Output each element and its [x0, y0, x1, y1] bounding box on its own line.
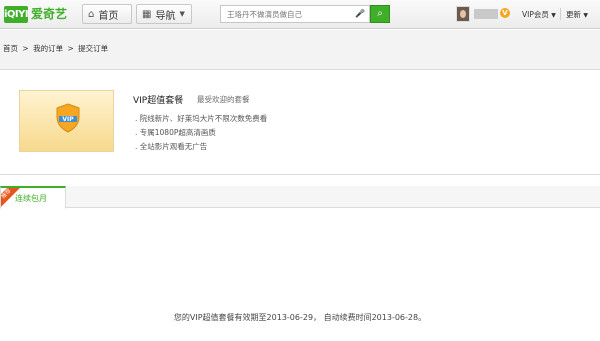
breadcrumb-current: 提交订单	[78, 44, 109, 53]
iqiyi-logo[interactable]: iQIYI 爱奇艺	[4, 5, 67, 24]
username-redacted[interactable]	[474, 9, 498, 19]
product-panel: VIP VIP超值套餐 最受欢迎的套餐 . 院线新片、好莱坞大片不限次数免费看 …	[0, 71, 600, 175]
more-menu[interactable]: 更新 ▼	[566, 9, 588, 20]
feature-item: . 院线新片、好莱坞大片不限次数免费看	[135, 114, 268, 123]
package-subtitle: 最受欢迎的套餐	[197, 95, 250, 104]
vip-shield-icon: VIP	[56, 103, 80, 133]
chevron-down-icon: ▼	[551, 12, 556, 19]
chevron-down-icon: ▼	[179, 10, 185, 18]
avatar[interactable]	[456, 6, 470, 22]
vip-badge-icon: V	[500, 8, 510, 18]
search-input[interactable]	[221, 6, 351, 22]
breadcrumb-separator: >	[67, 44, 74, 53]
search-button[interactable]: ⌕	[370, 5, 390, 23]
vip-shield-label: VIP	[62, 116, 74, 123]
logo-text: 爱奇艺	[31, 7, 68, 21]
breadcrumb: 首页 > 我的订单 > 提交订单	[3, 43, 110, 54]
nav-menu-button[interactable]: ▦ 导航 ▼	[136, 4, 192, 24]
package-title: VIP超值套餐	[133, 96, 184, 106]
more-label: 更新	[566, 10, 581, 19]
search-icon: ⌕	[377, 8, 383, 19]
breadcrumb-bar: 首页 > 我的订单 > 提交订单	[0, 30, 600, 70]
status-middle: ， 自动续费时间	[313, 313, 372, 322]
tab-label: 连续包月	[15, 194, 47, 203]
breadcrumb-separator: >	[22, 44, 29, 53]
home-label: 首页	[98, 10, 119, 22]
breadcrumb-my-orders[interactable]: 我的订单	[33, 44, 63, 53]
feature-item: . 专属1080P超高清画质	[135, 128, 216, 137]
tab-monthly-auto-renew[interactable]: 推荐 连续包月	[0, 186, 66, 209]
tab-strip	[0, 186, 600, 208]
vip-member-label: VIP会员	[522, 10, 549, 19]
status-prefix: 您的VIP超值套餐有效期至	[173, 313, 267, 322]
subscription-status-text: 您的VIP超值套餐有效期至2013-06-29， 自动续费时间2013-06-2…	[0, 312, 600, 323]
expiry-date: 2013-06-29	[266, 313, 314, 322]
divider	[560, 8, 561, 20]
breadcrumb-home[interactable]: 首页	[3, 44, 18, 53]
grid-icon: ▦	[142, 8, 152, 20]
subscription-section: 推荐 连续包月 您的VIP超值套餐有效期至2013-06-29， 自动续费时间2…	[0, 176, 600, 341]
nav-label: 导航	[155, 10, 176, 22]
vip-package-image: VIP	[19, 90, 114, 152]
vip-member-menu[interactable]: VIP会员 ▼	[522, 9, 556, 20]
search-box: 🎤	[220, 5, 370, 23]
status-suffix: 。	[418, 313, 427, 322]
renew-date: 2013-06-28	[371, 313, 419, 322]
home-button[interactable]: ⌂ 首页	[82, 4, 132, 24]
logo-mark: iQIYI	[4, 6, 29, 23]
home-icon: ⌂	[88, 8, 95, 20]
chevron-down-icon: ▼	[583, 12, 589, 19]
feature-item: . 全站影片观看无广告	[135, 142, 208, 151]
top-navigation-bar: iQIYI 爱奇艺 ⌂ 首页 ▦ 导航 ▼ 🎤 ⌕ V VIP会员 ▼ 更新 ▼	[0, 0, 600, 29]
microphone-icon[interactable]: 🎤	[355, 9, 365, 18]
